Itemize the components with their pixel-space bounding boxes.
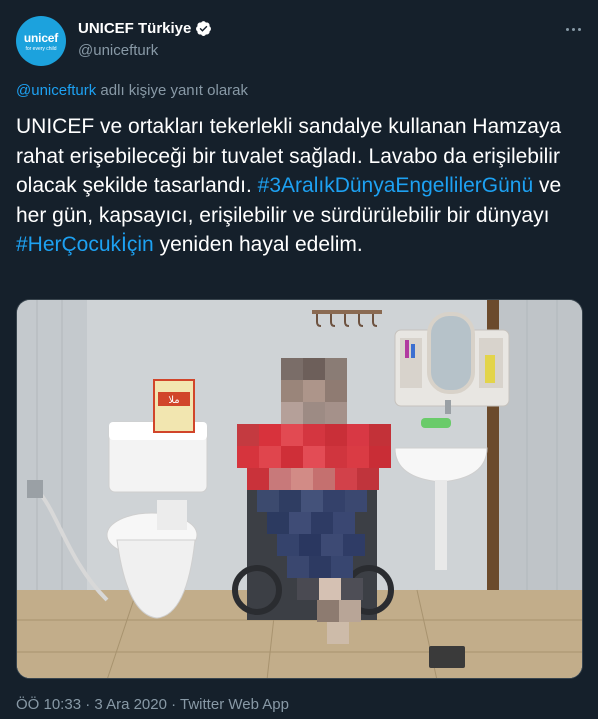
tweet-date-link[interactable]: 3 Ara 2020 — [94, 696, 167, 713]
tweet-text: UNICEF ve ortakları tekerlekli sandalye … — [16, 112, 582, 260]
photo-sign-text: ملا — [168, 395, 179, 406]
author-name-row[interactable]: UNICEF Türkiye — [78, 20, 212, 37]
tweet-source-link[interactable]: Twitter Web App — [180, 696, 289, 713]
tweet-text-part: yeniden hayal edelim. — [153, 233, 363, 256]
avatar[interactable]: unicef for every child — [16, 16, 66, 66]
handle[interactable]: @unicefturk — [78, 42, 158, 59]
avatar-brand-text: unicef — [23, 30, 59, 45]
hashtag-link-hercocukicin[interactable]: #HerÇocukİçin — [16, 233, 154, 256]
avatar-tagline: for every child — [25, 45, 57, 52]
tweet-meta: ÖÖ 10:33 · 3 Ara 2020 · Twitter Web App — [16, 696, 289, 713]
verified-badge-icon — [196, 21, 212, 36]
tweet-photo[interactable]: ملا — [16, 299, 583, 679]
more-options-icon[interactable] — [562, 18, 584, 40]
meta-separator: · — [166, 696, 181, 713]
display-name[interactable]: UNICEF Türkiye — [78, 20, 191, 37]
hashtag-link-engelliler[interactable]: #3AralıkDünyaEngellilerGünü — [258, 174, 534, 197]
reply-suffix: adlı kişiye yanıt olarak — [96, 82, 249, 99]
tweet-time-link[interactable]: ÖÖ 10:33 — [16, 696, 81, 713]
reply-mention-link[interactable]: @unicefturk — [16, 82, 96, 99]
photo-illustration: ملا — [17, 300, 582, 678]
meta-separator: · — [81, 696, 95, 713]
reply-context: @unicefturk adlı kişiye yanıt olarak — [16, 82, 248, 99]
